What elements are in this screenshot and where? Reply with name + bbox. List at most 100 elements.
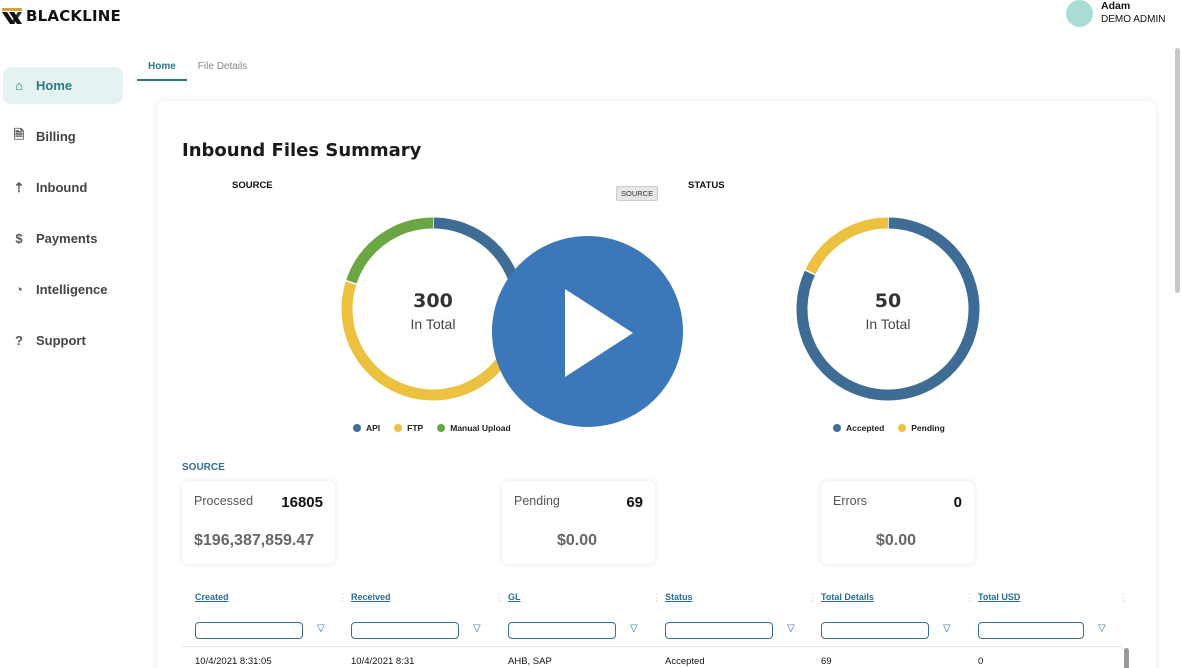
table-cell: Accepted — [665, 656, 705, 667]
stat-label: Pending — [514, 494, 560, 508]
tab-bar: Home File Details — [137, 58, 258, 81]
filter-icon[interactable]: ▽ — [787, 623, 795, 634]
stat-amount: $0.00 — [876, 532, 917, 549]
stat-count: 0 — [953, 494, 962, 511]
source-total-caption: In Total — [411, 316, 456, 332]
legend-item-accepted[interactable]: Accepted — [833, 423, 884, 433]
sidebar: ⌂ Home 🗎 Billing ⇡ Inbound $ Payments ◔ … — [3, 67, 123, 373]
stat-count: 69 — [626, 494, 643, 511]
filter-icon[interactable]: ▽ — [473, 623, 481, 634]
legend-dot — [394, 424, 403, 432]
tab-file-details[interactable]: File Details — [187, 58, 258, 81]
legend-item-ftp[interactable]: FTP — [394, 423, 423, 433]
blackline-logo-icon — [2, 8, 22, 24]
play-icon — [565, 289, 633, 377]
user-role: DEMO ADMIN — [1101, 14, 1166, 25]
sidebar-item-label: Billing — [36, 129, 76, 144]
legend-item-api[interactable]: API — [353, 423, 380, 433]
column-header-status[interactable]: Status — [665, 592, 693, 602]
filter-icon[interactable]: ▽ — [943, 623, 951, 634]
column-separator: ⋮ — [1119, 592, 1128, 602]
filter-input-gl[interactable] — [508, 622, 616, 639]
status-total-value: 50 — [875, 290, 901, 312]
document-icon: 🗎 — [13, 126, 25, 142]
column-header-created[interactable]: Created — [195, 592, 229, 602]
column-header-total-details[interactable]: Total Details — [821, 592, 874, 602]
sidebar-item-label: Inbound — [36, 180, 88, 195]
filter-input-received[interactable] — [351, 622, 459, 639]
table-cell: 10/4/2021 8:31 — [351, 656, 415, 667]
page-scrollbar[interactable] — [1175, 48, 1180, 293]
source-section-label: SOURCE — [182, 462, 225, 473]
legend-dot — [898, 424, 907, 432]
source-total-value: 300 — [413, 290, 453, 312]
stat-label: Errors — [833, 494, 868, 508]
chart-icon: ◔ — [15, 282, 23, 297]
sidebar-item-payments[interactable]: $ Payments — [3, 220, 123, 257]
filter-input-total-details[interactable] — [821, 622, 929, 639]
page-title: Inbound Files Summary — [182, 140, 422, 161]
legend-label: Accepted — [846, 423, 885, 433]
pending-stat-card: Pending 69 $0.00 — [502, 481, 655, 564]
video-play-button[interactable] — [492, 236, 683, 427]
brand-logo[interactable]: BLACKLINE — [2, 6, 121, 26]
filter-icon[interactable]: ▽ — [1098, 623, 1106, 634]
sidebar-item-billing[interactable]: 🗎 Billing — [3, 118, 123, 155]
avatar[interactable] — [1066, 0, 1093, 27]
filter-input-status[interactable] — [665, 622, 773, 639]
sidebar-item-label: Home — [36, 78, 73, 93]
table-cell: AHB, SAP — [508, 656, 552, 667]
stat-amount: $196,387,859.47 — [194, 532, 315, 549]
status-total-caption: In Total — [866, 316, 911, 332]
status-donut-chart[interactable]: 50 In Total — [788, 209, 988, 409]
user-name: Adam — [1101, 0, 1131, 12]
table-cell: 10/4/2021 8:31:05 — [195, 656, 272, 667]
filter-icon[interactable]: ▽ — [317, 623, 325, 634]
filter-input-created[interactable] — [195, 622, 303, 639]
column-separator: ⋮ — [652, 592, 661, 602]
legend-label: Manual Upload — [450, 423, 511, 433]
tab-home[interactable]: Home — [137, 58, 187, 81]
legend-label: FTP — [407, 423, 424, 433]
legend-dot — [437, 424, 446, 432]
legend-label: Pending — [911, 423, 945, 433]
status-legend: Accepted Pending — [833, 423, 945, 433]
sidebar-item-intelligence[interactable]: ◔ Intelligence — [3, 271, 123, 308]
column-separator: ⋮ — [495, 592, 504, 602]
filter-icon[interactable]: ▽ — [630, 623, 638, 634]
sidebar-item-label: Payments — [36, 231, 98, 246]
filter-input-total-usd[interactable] — [978, 622, 1084, 639]
legend-label: API — [366, 423, 381, 433]
table-scrollbar[interactable] — [1124, 648, 1129, 668]
source-chart-label: SOURCE — [232, 180, 273, 191]
column-header-gl[interactable]: GL — [508, 592, 521, 602]
table-cell: 69 — [821, 656, 832, 667]
table-cell: 0 — [978, 656, 984, 667]
status-chart-label: STATUS — [688, 180, 725, 191]
legend-dot — [833, 424, 841, 432]
chart-tooltip: SOURCE — [616, 186, 659, 201]
help-icon: ? — [15, 333, 23, 348]
donut-slice-pending[interactable] — [805, 217, 889, 275]
legend-item-manual-upload[interactable]: Manual Upload — [437, 423, 511, 433]
column-header-received[interactable]: Received — [351, 592, 391, 602]
sidebar-item-home[interactable]: ⌂ Home — [3, 67, 123, 104]
stat-count: 16805 — [281, 494, 323, 511]
column-separator: ⋮ — [338, 592, 347, 602]
sidebar-item-label: Intelligence — [36, 282, 108, 297]
dollar-icon: $ — [15, 231, 23, 246]
brand-name: BLACKLINE — [26, 7, 121, 25]
table-divider — [182, 646, 1122, 647]
legend-item-pending[interactable]: Pending — [898, 423, 945, 433]
stat-amount: $0.00 — [557, 532, 598, 549]
column-header-total-usd[interactable]: Total USD — [978, 592, 1020, 602]
errors-stat-card: Errors 0 $0.00 — [821, 481, 974, 564]
legend-dot — [353, 424, 361, 432]
stat-label: Processed — [194, 494, 254, 508]
sidebar-item-label: Support — [36, 333, 86, 348]
user-menu[interactable]: Adam DEMO ADMIN — [1066, 0, 1165, 27]
sidebar-item-support[interactable]: ? Support — [3, 322, 123, 359]
cloud-upload-icon: ⇡ — [13, 179, 25, 195]
sidebar-item-inbound[interactable]: ⇡ Inbound — [3, 169, 123, 206]
donut-slice-manual-upload[interactable] — [345, 217, 434, 285]
